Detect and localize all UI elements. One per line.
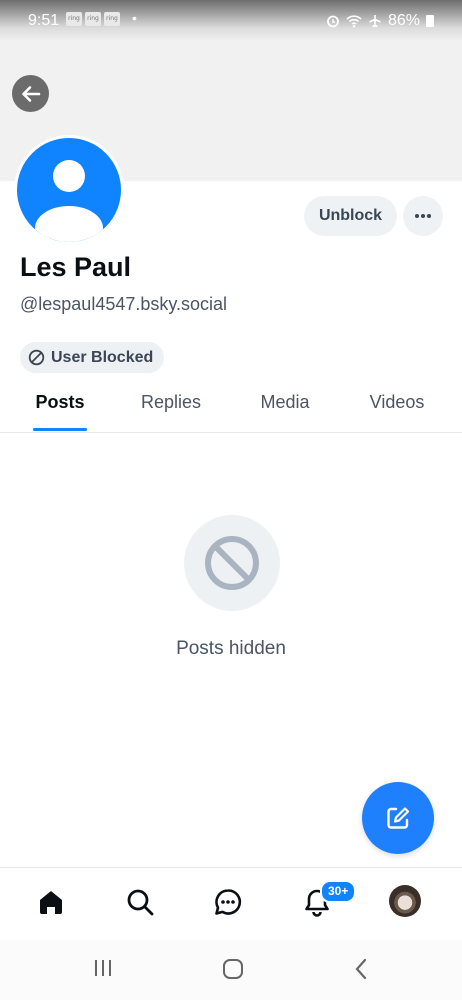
home-icon [40, 891, 62, 914]
ring-app-icon: ring [104, 12, 120, 26]
nav-home[interactable] [33, 884, 69, 920]
notification-count-badge: 30+ [320, 880, 357, 903]
notification-icons: ring ring ring [66, 12, 120, 26]
status-time: 9:51 [28, 12, 60, 29]
battery-percent: 86% [387, 12, 420, 29]
status-bar: 9:51 ring ring ring • 86% [0, 0, 462, 40]
nav-profile-avatar[interactable] [389, 885, 421, 917]
profile-tabs: Posts Replies Media Videos [0, 380, 462, 433]
chevron-left-icon [355, 958, 367, 980]
ring-app-icon: ring [66, 12, 82, 26]
posts-hidden-text: Posts hidden [176, 638, 286, 659]
arrow-left-icon [21, 85, 40, 102]
nav-chat[interactable] [210, 884, 246, 920]
tab-posts[interactable]: Posts [5, 392, 115, 413]
recent-apps-button[interactable] [92, 958, 114, 978]
user-blocked-badge: User Blocked [20, 342, 164, 373]
ring-app-icon: ring [85, 12, 101, 26]
bottom-nav: 30+ [0, 867, 462, 940]
system-nav-bar [0, 940, 462, 1000]
tab-videos[interactable]: Videos [342, 392, 452, 413]
posts-hidden-icon [184, 515, 280, 611]
chat-icon [215, 889, 242, 915]
profile-handle: @lespaul4547.bsky.social [20, 294, 228, 314]
alarm-icon [327, 15, 339, 28]
profile-avatar[interactable] [14, 135, 124, 245]
airplane-mode-icon [369, 15, 381, 28]
display-name: Les Paul [20, 252, 132, 282]
recent-apps-icon [95, 960, 111, 976]
more-notifications-dot: • [132, 10, 137, 26]
nav-search[interactable] [122, 884, 158, 920]
status-right: 86% [326, 12, 434, 30]
more-options-button[interactable] [403, 196, 443, 236]
compose-post-button[interactable] [362, 782, 434, 854]
ban-icon [28, 349, 45, 366]
unblock-label: Unblock [318, 207, 383, 224]
back-button[interactable] [12, 75, 49, 112]
tab-media[interactable]: Media [230, 392, 340, 413]
blocked-badge-label: User Blocked [51, 348, 154, 366]
ban-icon [205, 536, 259, 590]
tab-replies[interactable]: Replies [116, 392, 226, 413]
system-back-button[interactable] [352, 958, 370, 980]
compose-icon [387, 807, 410, 829]
default-user-icon [35, 160, 103, 242]
home-button[interactable] [222, 958, 244, 980]
wifi-icon [346, 15, 362, 28]
unblock-button[interactable]: Unblock [304, 196, 397, 236]
home-outline-icon [223, 959, 243, 979]
battery-icon [426, 15, 434, 27]
active-tab-indicator [33, 428, 87, 431]
search-icon [127, 889, 154, 916]
ellipsis-icon [415, 214, 431, 218]
